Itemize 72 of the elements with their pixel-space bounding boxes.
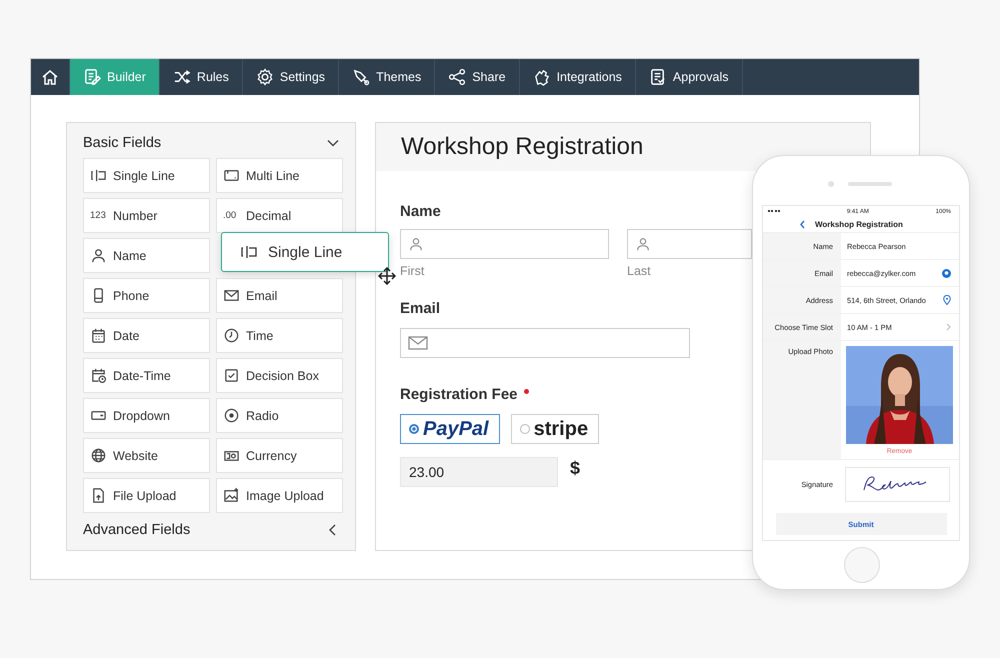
form-title: Workshop Registration (401, 133, 644, 161)
field-type-item[interactable]: Currency (216, 438, 343, 473)
text-field-icon (239, 243, 259, 261)
checklist-icon (648, 68, 667, 86)
field-type-item[interactable]: File Upload (83, 478, 210, 513)
checkbox-icon (223, 367, 240, 384)
field-type-item[interactable]: Name (83, 238, 210, 273)
share-icon (448, 68, 466, 86)
brush-icon (352, 68, 370, 86)
camera-dot (828, 181, 834, 187)
signature-pad[interactable] (845, 466, 950, 502)
sub-label: Last (627, 264, 651, 278)
payment-option[interactable]: stripe (510, 414, 600, 444)
field-label: Registration Fee (400, 386, 518, 403)
field-type-item[interactable]: Time (216, 318, 343, 353)
calendar-clock-icon (90, 367, 107, 384)
radio-icon (223, 407, 240, 424)
currency-symbol: $ (570, 458, 580, 478)
dragged-field[interactable]: Single Line (221, 232, 389, 272)
field-type-item[interactable]: Multi Line (216, 158, 343, 193)
shuffle-icon (172, 68, 191, 86)
field-type-item[interactable]: Website (83, 438, 210, 473)
person-icon (635, 236, 651, 252)
text-field-icon (90, 167, 107, 184)
amount-field[interactable]: 23.00 (400, 457, 558, 487)
field-type-item[interactable]: Phone (83, 278, 210, 313)
envelope-icon (408, 335, 428, 351)
field-type-item[interactable]: Date-Time (83, 358, 210, 393)
field-type-item[interactable]: Email (216, 278, 343, 313)
envelope-icon (223, 287, 240, 304)
screen-title: Workshop Registration (815, 220, 903, 229)
move-cursor-icon (378, 267, 396, 285)
section-title: Advanced Fields (83, 522, 190, 538)
location-pin-icon[interactable] (943, 295, 951, 305)
calendar-icon (90, 327, 107, 344)
globe-icon (90, 447, 107, 464)
field-type-item[interactable]: Image Upload (216, 478, 343, 513)
input-field[interactable] (627, 229, 752, 259)
signal-dots (768, 210, 780, 214)
home-icon (41, 68, 59, 86)
field-label: Name (400, 203, 441, 220)
section-title: Basic Fields (83, 135, 162, 151)
nav-tab[interactable]: Rules (160, 59, 243, 95)
input-field[interactable] (400, 328, 690, 358)
back-icon[interactable] (799, 220, 806, 229)
field-type-item[interactable]: Single Line (83, 158, 210, 193)
field-type-item[interactable]: Dropdown (83, 398, 210, 433)
edit-document-icon (83, 68, 101, 86)
field-label: Email (400, 300, 440, 317)
field-type-item[interactable]: Radio (216, 398, 343, 433)
field-type-item[interactable]: Decision Box (216, 358, 343, 393)
chevron-down-icon[interactable] (327, 137, 339, 149)
sub-label: First (400, 264, 424, 278)
clock-icon (223, 327, 240, 344)
contact-icon[interactable] (942, 268, 951, 278)
field-type-item[interactable]: 123 Number (83, 198, 210, 233)
nav-tab[interactable]: Integrations (520, 59, 636, 95)
payment-option[interactable]: PayPal (400, 414, 500, 444)
person-icon (90, 247, 107, 264)
puzzle-icon (532, 68, 551, 86)
nav-tab[interactable]: Approvals (636, 59, 742, 95)
field-type-item[interactable]: .00 Decimal (216, 198, 343, 233)
input-field[interactable] (400, 229, 609, 259)
field-type-item[interactable]: Date (83, 318, 210, 353)
text-area-icon (223, 167, 240, 184)
file-upload-icon (90, 487, 107, 504)
image-icon (223, 487, 240, 504)
nav-tab[interactable]: Share (435, 59, 520, 95)
person-icon (408, 236, 424, 252)
nav-tab[interactable]: Themes (339, 59, 436, 95)
nav-tab[interactable]: Settings (242, 59, 340, 95)
settings-icon (256, 68, 274, 86)
